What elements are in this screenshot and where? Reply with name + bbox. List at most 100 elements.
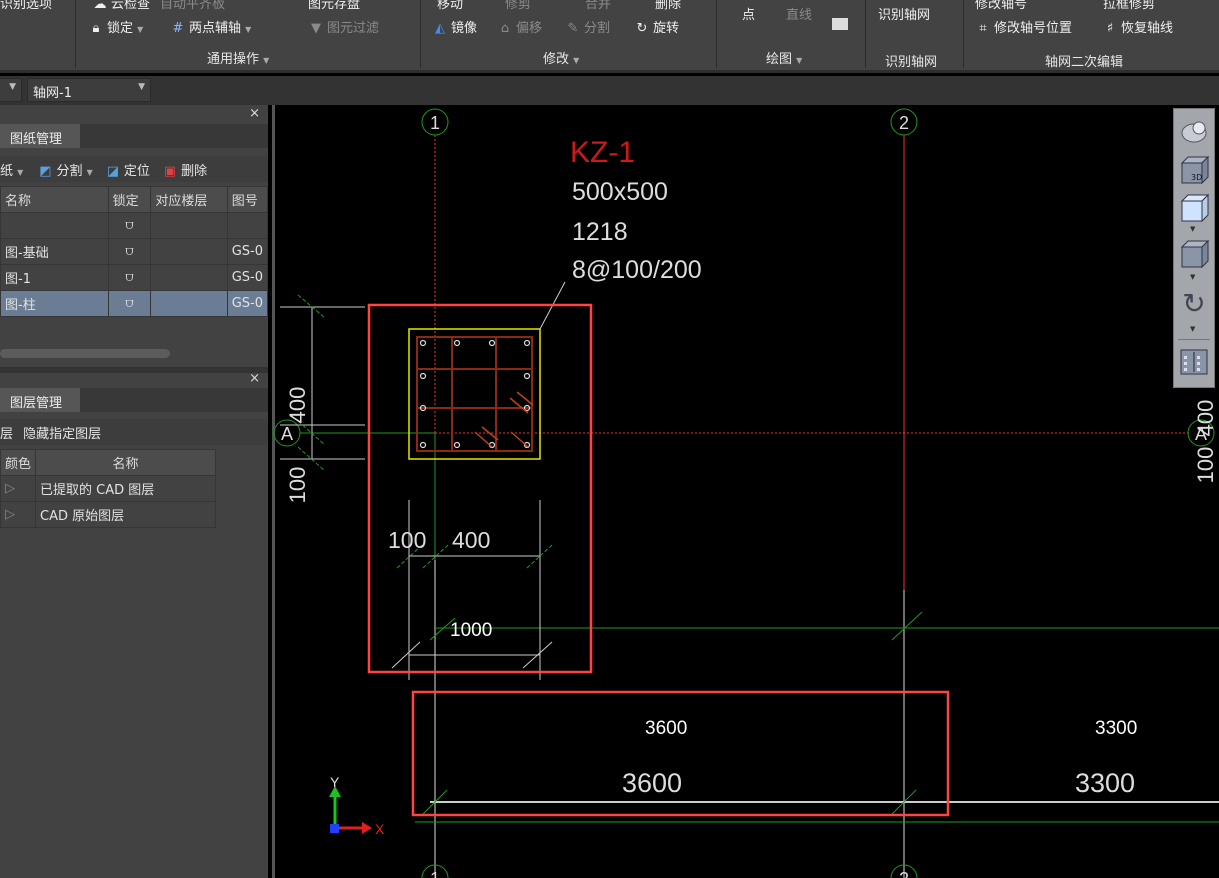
merge-button[interactable]: 合并 bbox=[585, 0, 611, 12]
element-filter-button[interactable]: ▼ 图元过滤 bbox=[308, 17, 379, 36]
chevron-down-icon[interactable]: ▼ bbox=[1190, 273, 1195, 281]
modify-axis-pos-button[interactable]: ⌗ 修改轴号位置 bbox=[975, 17, 1072, 36]
cad-canvas[interactable]: 1 2 A A 1 2 400 100 400 100 KZ-1 500x500… bbox=[272, 105, 1219, 878]
lock-icon[interactable]: ⩌ bbox=[107, 264, 152, 291]
delete-label: 删除 bbox=[181, 164, 208, 179]
delete-button[interactable]: 删除 bbox=[655, 0, 681, 12]
lock-icon[interactable]: ⩌ bbox=[107, 212, 152, 239]
save-elements-button[interactable]: 图元存盘 bbox=[308, 0, 360, 12]
group-general[interactable]: 通用操作 ▼ bbox=[207, 48, 269, 67]
dimension-text: 400 bbox=[452, 527, 490, 553]
lock-icon[interactable]: ⩌ bbox=[107, 238, 152, 265]
axis-position-icon: ⌗ bbox=[979, 21, 987, 36]
mirror-icon: ◭ bbox=[435, 21, 445, 36]
tab-drawing-management[interactable]: 图纸管理 bbox=[0, 124, 80, 148]
column-kz1[interactable] bbox=[408, 281, 566, 460]
tab-layer-management[interactable]: 图层管理 bbox=[0, 388, 80, 412]
box-trim-button[interactable]: 拉框修剪 bbox=[1103, 0, 1155, 12]
drawing-table: 名称 锁定 对应楼层 图号 ⩌ 图-基础 ⩌ GS-0 图-1 ⩌ GS-0 图-柱 ⩌ G… bbox=[0, 186, 269, 317]
horizontal-scrollbar[interactable] bbox=[0, 349, 170, 358]
axis-bubble-2[interactable]: 2 bbox=[890, 108, 918, 136]
rectangle-icon[interactable] bbox=[832, 18, 848, 30]
table-row-selected[interactable]: 图-柱 ⩌ GS-0 bbox=[0, 290, 269, 317]
identify-grid-button[interactable]: 识别轴网 bbox=[878, 4, 930, 23]
grid-axis-icon: # bbox=[172, 21, 184, 36]
axis-label: 2 bbox=[899, 869, 909, 878]
modify-axis-no-button[interactable]: 修改轴号 bbox=[975, 0, 1027, 12]
row-code bbox=[226, 212, 269, 239]
row-name: 图-柱 bbox=[0, 290, 109, 317]
column-header[interactable]: 锁定 bbox=[107, 186, 152, 213]
divider bbox=[865, 0, 866, 68]
table-row[interactable]: 图-基础 ⩌ GS-0 bbox=[0, 238, 269, 265]
split-button[interactable]: ✎ 分割 bbox=[565, 17, 610, 36]
point-button[interactable]: 点 bbox=[742, 4, 755, 23]
column-header[interactable]: 颜色 bbox=[0, 449, 37, 476]
split-drawing-button[interactable]: ◩ 分割 ▼ bbox=[37, 164, 92, 179]
column-rebar-label: 1218 bbox=[572, 218, 628, 246]
panel-divider[interactable] bbox=[0, 367, 268, 373]
line-button[interactable]: 直线 bbox=[786, 4, 812, 23]
span-label: 3300 bbox=[1095, 718, 1137, 739]
split-icon: ✎ bbox=[567, 21, 579, 36]
locate-button[interactable]: ◪ 定位 bbox=[105, 164, 150, 179]
divider bbox=[1178, 339, 1210, 340]
wireframe-view-icon[interactable] bbox=[1179, 193, 1210, 223]
drawing-button[interactable]: 纸 ▼ bbox=[0, 164, 23, 179]
column-stirrup-label: 8@100/200 bbox=[572, 256, 702, 284]
column-header[interactable]: 对应楼层 bbox=[150, 186, 228, 213]
chevron-down-icon[interactable]: ▼ bbox=[1190, 325, 1195, 333]
restore-axis-label: 恢复轴线 bbox=[1121, 21, 1174, 36]
group-modify[interactable]: 修改 ▼ bbox=[543, 48, 579, 67]
layer-list-icon[interactable] bbox=[1179, 347, 1209, 377]
row-name: 图-基础 bbox=[0, 238, 109, 265]
lock-button[interactable]: 🔒︎ 锁定 ▼ bbox=[88, 17, 144, 36]
hide-layer-button[interactable]: 隐藏指定图层 bbox=[23, 427, 101, 442]
dimension-text: 100 bbox=[1193, 447, 1218, 484]
floor-dropdown[interactable]: ▼ bbox=[0, 78, 22, 102]
delete-drawing-button[interactable]: ▣ 删除 bbox=[162, 164, 207, 179]
3d-view-icon[interactable]: 3D bbox=[1179, 155, 1210, 185]
dimension-text: 100 bbox=[388, 527, 426, 553]
expand-icon[interactable]: ▷ bbox=[0, 501, 37, 528]
table-row[interactable]: ⩌ bbox=[0, 212, 269, 239]
mirror-button[interactable]: ◭ 镜像 bbox=[432, 17, 477, 36]
axis-label: A bbox=[281, 424, 293, 444]
auto-align-button[interactable]: 自动平齐板 bbox=[160, 0, 225, 12]
list-item[interactable]: ▷ CAD 原始图层 bbox=[0, 501, 216, 528]
expand-icon[interactable]: ▷ bbox=[0, 475, 37, 502]
chevron-down-icon: ▼ bbox=[138, 82, 145, 92]
two-point-axis-label: 两点辅轴 bbox=[189, 21, 242, 36]
rotate-button[interactable]: ↻ 旋转 bbox=[634, 17, 679, 36]
chevron-down-icon[interactable]: ▼ bbox=[1190, 225, 1195, 233]
trim-button[interactable]: 修剪 bbox=[505, 0, 531, 12]
axis-label: 1 bbox=[430, 113, 440, 133]
lock-label: 锁定 bbox=[107, 21, 134, 36]
grid-dropdown[interactable]: 轴网-1 ▼ bbox=[27, 78, 151, 102]
column-header[interactable]: 名称 bbox=[35, 449, 216, 476]
table-row[interactable]: 图-1 ⩌ GS-0 bbox=[0, 264, 269, 291]
divider bbox=[420, 0, 421, 68]
ucs-y-label: Y bbox=[330, 774, 340, 790]
rotate-label: 旋转 bbox=[653, 21, 680, 36]
column-header[interactable]: 图号 bbox=[226, 186, 269, 213]
show-layer-button[interactable]: 层 bbox=[0, 427, 13, 442]
solid-view-icon[interactable] bbox=[1179, 239, 1210, 269]
column-header[interactable]: 名称 bbox=[0, 186, 109, 213]
offset-button[interactable]: ⌂ 偏移 bbox=[497, 17, 542, 36]
group-draw[interactable]: 绘图 ▼ bbox=[766, 48, 802, 67]
list-item[interactable]: ▷ 已提取的 CAD 图层 bbox=[0, 475, 216, 502]
orbit-icon[interactable] bbox=[1179, 117, 1209, 147]
row-floor bbox=[150, 264, 228, 291]
close-icon[interactable]: × bbox=[249, 106, 260, 121]
close-icon[interactable]: × bbox=[249, 371, 260, 386]
rotate-view-icon[interactable]: ↻ bbox=[1179, 289, 1209, 319]
two-point-axis-button[interactable]: # 两点辅轴 ▼ bbox=[170, 17, 252, 36]
axis-bubble-1[interactable]: 1 bbox=[421, 108, 449, 136]
restore-axis-button[interactable]: ♯ 恢复轴线 bbox=[1102, 17, 1173, 36]
move-button[interactable]: 移动 bbox=[437, 0, 463, 12]
select-option-button[interactable]: 识别选项 bbox=[0, 0, 52, 12]
lock-icon[interactable]: ⩌ bbox=[107, 290, 152, 317]
cloud-check-button[interactable]: ☁ 云检查 bbox=[92, 0, 151, 12]
row-floor bbox=[150, 212, 228, 239]
